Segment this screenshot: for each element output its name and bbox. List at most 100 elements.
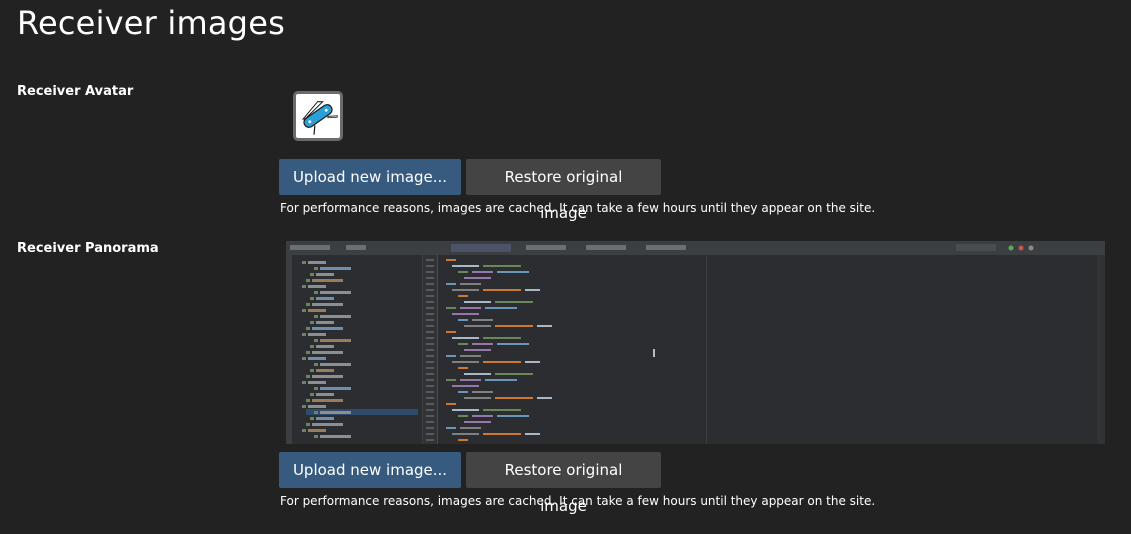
code-token [452, 265, 479, 267]
tree-node-icon [302, 261, 306, 264]
tree-node-icon [310, 417, 314, 420]
tree-node-line [308, 405, 326, 408]
tree-node-line [308, 333, 326, 336]
tree-node-icon [302, 357, 306, 360]
line-number [426, 349, 434, 351]
avatar-upload-button[interactable]: Upload new image... [279, 159, 461, 195]
tree-node-icon [302, 333, 306, 336]
code-token [458, 391, 468, 393]
tree-node-line [308, 357, 326, 360]
line-number [426, 331, 434, 333]
line-number [426, 355, 434, 357]
line-number [426, 313, 434, 315]
code-token [495, 301, 533, 303]
code-token [483, 265, 521, 267]
tree-node-line [320, 435, 351, 438]
receiver-avatar-label: Receiver Avatar [17, 84, 134, 99]
code-token [472, 319, 493, 321]
tree-node-icon [306, 375, 310, 378]
line-number [426, 397, 434, 399]
code-token [485, 307, 517, 309]
line-number [426, 361, 434, 363]
line-number [426, 403, 434, 405]
line-number [426, 277, 434, 279]
tree-node-line [312, 423, 343, 426]
line-number [426, 373, 434, 375]
line-number [426, 325, 434, 327]
code-token [458, 439, 468, 441]
tree-node-line [316, 417, 334, 420]
panorama-restore-button[interactable]: Restore original image [466, 452, 661, 515]
code-token [483, 361, 521, 363]
tree-node-line [316, 321, 334, 324]
code-token [452, 385, 479, 387]
tree-node-icon [306, 399, 310, 402]
code-token [452, 289, 479, 291]
tree-node-line [316, 273, 334, 276]
line-number [426, 385, 434, 387]
code-token [525, 361, 540, 363]
code-token [446, 379, 456, 381]
code-token [464, 301, 491, 303]
code-token [472, 271, 493, 273]
code-token [497, 271, 529, 273]
receiver-panorama-image [286, 241, 1105, 444]
code-token [464, 421, 491, 423]
tree-node-icon [306, 327, 310, 330]
line-number [426, 265, 434, 267]
tree-node-icon [306, 303, 310, 306]
tree-node-icon [302, 309, 306, 312]
tree-node-line [312, 279, 343, 282]
code-token [460, 427, 481, 429]
code-token [495, 373, 533, 375]
tree-node-icon [314, 291, 318, 294]
tree-node-line [320, 411, 351, 414]
code-token [446, 403, 456, 405]
tree-node-line [316, 297, 334, 300]
line-number [426, 415, 434, 417]
code-token [446, 259, 456, 261]
code-token [497, 415, 529, 417]
line-number [426, 433, 434, 435]
tree-node-icon [310, 345, 314, 348]
tree-node-icon [314, 411, 318, 414]
code-token [525, 289, 540, 291]
tree-node-line [320, 363, 351, 366]
code-token [464, 373, 491, 375]
code-token [483, 409, 521, 411]
panorama-upload-button[interactable]: Upload new image... [279, 452, 461, 488]
tree-node-icon [314, 435, 318, 438]
line-number [426, 259, 434, 261]
code-token [460, 307, 481, 309]
code-token [458, 415, 468, 417]
tree-node-icon [306, 279, 310, 282]
tree-node-line [320, 315, 351, 318]
receiver-avatar-image [293, 91, 343, 141]
avatar-restore-button[interactable]: Restore original image [466, 159, 661, 222]
tree-node-line [316, 369, 334, 372]
code-token [472, 391, 493, 393]
code-token [460, 379, 481, 381]
line-number [426, 295, 434, 297]
code-token [452, 433, 479, 435]
swiss-army-knife-icon [301, 101, 338, 135]
line-number [426, 343, 434, 345]
tree-node-line [312, 303, 343, 306]
code-token [446, 427, 456, 429]
tree-node-icon [302, 381, 306, 384]
receiver-panorama-label: Receiver Panorama [17, 241, 159, 256]
tree-node-line [308, 381, 326, 384]
line-number [426, 271, 434, 273]
code-token [458, 367, 468, 369]
tree-node-line [320, 291, 351, 294]
tree-node-line [316, 345, 334, 348]
code-token [446, 331, 456, 333]
tree-node-icon [310, 321, 314, 324]
tree-node-icon [302, 405, 306, 408]
tree-node-line [320, 387, 351, 390]
panorama-help-text: For performance reasons, images are cach… [280, 494, 876, 508]
line-number [426, 391, 434, 393]
tree-node-icon [306, 351, 310, 354]
line-number [426, 289, 434, 291]
tree-node-line [320, 339, 351, 342]
